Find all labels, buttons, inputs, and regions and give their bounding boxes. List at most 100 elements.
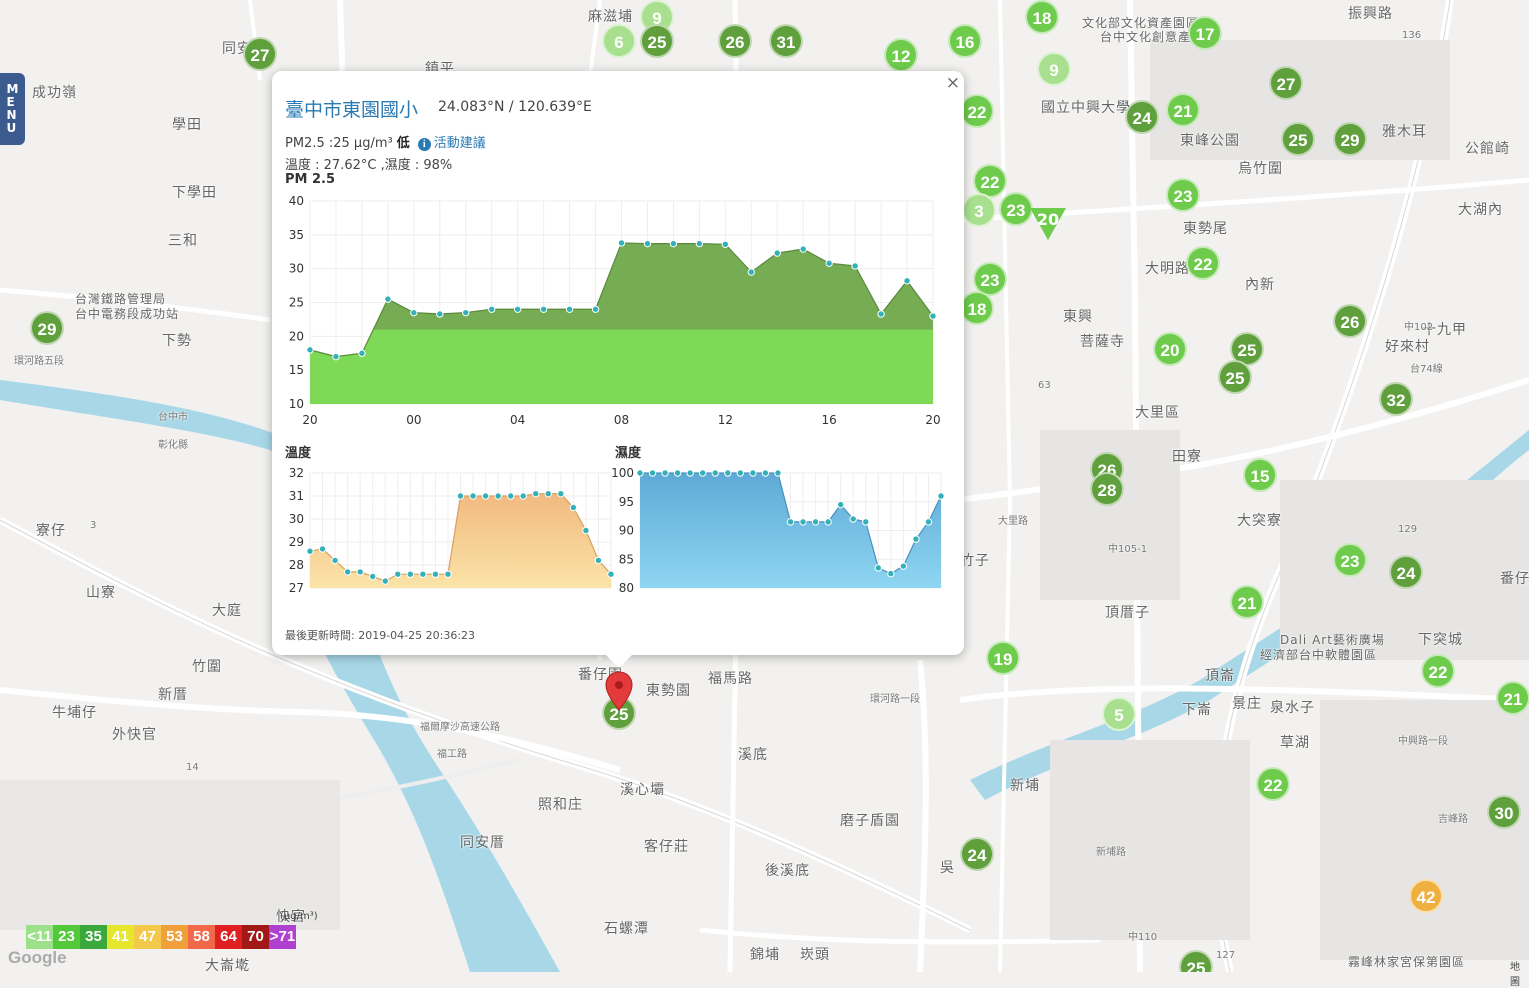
data-point: [481, 492, 490, 500]
data-point: [569, 503, 578, 512]
station-marker[interactable]: 25: [640, 24, 674, 58]
station-marker[interactable]: 29: [1333, 122, 1367, 156]
place-label: 下學田: [172, 185, 217, 201]
place-label: 泉水子: [1270, 700, 1315, 716]
station-marker[interactable]: 19: [986, 641, 1020, 675]
place-label: 大明路: [1145, 261, 1190, 277]
place-label: 文化部文化資產園區: [1082, 16, 1200, 30]
close-icon[interactable]: ×: [946, 73, 960, 93]
station-marker[interactable]: 23: [999, 192, 1033, 226]
station-marker[interactable]: 6: [602, 24, 636, 58]
station-name[interactable]: 臺中市東園國小: [285, 95, 418, 122]
place-label: 磨子盾園: [840, 813, 900, 829]
station-marker[interactable]: 27: [243, 37, 277, 71]
triangle-station-marker[interactable]: 20: [1030, 208, 1066, 240]
place-label: 大崙墘: [205, 958, 250, 972]
data-point: [695, 239, 704, 248]
data-point: [410, 308, 418, 317]
x-tick-label: 20: [925, 413, 940, 427]
station-marker[interactable]: 24: [960, 837, 994, 871]
place-label: 福馬路: [708, 671, 753, 687]
road-label: 大里路: [998, 516, 1028, 527]
place-label: 下突城: [1418, 632, 1463, 648]
station-marker[interactable]: 15: [1243, 458, 1277, 492]
activity-advice-link[interactable]: 活動建議: [434, 136, 486, 151]
data-point: [565, 305, 574, 313]
station-marker[interactable]: 21: [1496, 681, 1529, 715]
station-marker[interactable]: 18: [960, 291, 994, 325]
selected-location-pin-icon[interactable]: [604, 670, 634, 714]
road-label: 台74線: [1410, 364, 1443, 375]
station-marker[interactable]: 24: [1125, 100, 1159, 134]
road-label: 台中市: [158, 412, 188, 423]
y-tick-label: 28: [289, 558, 304, 572]
menu-button[interactable]: MENU: [0, 73, 25, 145]
station-marker[interactable]: 31: [769, 24, 803, 58]
road-label: 吉峰路: [1438, 814, 1468, 825]
pm25-value: PM2.5 :25 μg/m³: [285, 136, 393, 151]
station-marker[interactable]: 21: [1230, 585, 1264, 619]
place-label: 成功嶺: [32, 85, 77, 101]
station-marker[interactable]: 28: [1090, 472, 1124, 506]
data-point: [887, 569, 895, 578]
station-marker[interactable]: 21: [1166, 93, 1200, 127]
station-marker[interactable]: 23: [1333, 543, 1367, 577]
station-marker[interactable]: 24: [1389, 555, 1423, 589]
station-marker[interactable]: 26: [1333, 304, 1367, 338]
place-label: 新厝: [158, 687, 188, 703]
station-marker[interactable]: 22: [1256, 767, 1290, 801]
road-label: 63: [1038, 380, 1051, 391]
station-marker[interactable]: 29: [30, 311, 64, 345]
road-label: 中102: [1404, 322, 1434, 333]
station-marker[interactable]: 22: [1186, 246, 1220, 280]
y-tick-label: 27: [289, 581, 304, 595]
data-point: [488, 305, 496, 313]
station-marker[interactable]: 23: [1166, 178, 1200, 212]
data-point: [331, 556, 339, 565]
y-tick-label: 95: [619, 495, 634, 509]
data-point: [749, 469, 757, 477]
place-label: 客仔莊: [644, 839, 689, 855]
station-marker[interactable]: 26: [718, 24, 752, 58]
station-marker[interactable]: 9: [1037, 52, 1071, 86]
data-point: [724, 469, 732, 477]
station-marker[interactable]: 5: [1102, 697, 1136, 731]
data-point: [306, 346, 314, 354]
place-label: 溪底: [738, 747, 768, 763]
y-tick-label: 20: [289, 329, 304, 343]
station-marker[interactable]: 16: [948, 24, 982, 58]
station-marker[interactable]: 30: [1487, 795, 1521, 829]
data-point: [673, 469, 682, 477]
station-marker[interactable]: 22: [1421, 654, 1455, 688]
station-marker[interactable]: 27: [1269, 66, 1303, 100]
station-marker[interactable]: 25: [1218, 360, 1252, 394]
station-marker[interactable]: 25: [1281, 122, 1315, 156]
data-point: [591, 305, 600, 313]
data-point: [506, 492, 515, 500]
data-point: [419, 570, 427, 578]
station-marker[interactable]: 20: [1153, 332, 1187, 366]
station-marker[interactable]: 18: [1025, 0, 1059, 34]
place-label: 東興: [1063, 309, 1093, 325]
y-tick-label: 25: [289, 296, 304, 310]
place-label: 東峰公園: [1180, 133, 1240, 149]
place-label: 麻滋埔: [588, 9, 633, 25]
pm25-chart-title: PM 2.5: [285, 172, 336, 187]
place-label: 頂厝子: [1105, 605, 1150, 621]
station-marker[interactable]: 17: [1188, 16, 1222, 50]
data-point: [306, 547, 314, 555]
place-label: 牛埔仔: [52, 705, 97, 721]
road-label: 彰化縣: [158, 440, 188, 451]
legend-item: 41: [107, 925, 134, 949]
road-label: 3: [90, 520, 97, 531]
road-label: 136: [1402, 30, 1422, 41]
place-label: 雅木耳: [1382, 124, 1427, 140]
info-icon[interactable]: i: [417, 138, 431, 151]
station-marker[interactable]: 3: [962, 193, 996, 227]
station-marker[interactable]: 12: [884, 38, 918, 72]
station-marker[interactable]: 32: [1379, 382, 1413, 416]
map-data-link[interactable]: 地圖: [1510, 958, 1529, 988]
station-marker[interactable]: 22: [960, 94, 994, 128]
place-label: 照和庄: [538, 797, 583, 813]
station-marker[interactable]: 42: [1409, 879, 1443, 913]
